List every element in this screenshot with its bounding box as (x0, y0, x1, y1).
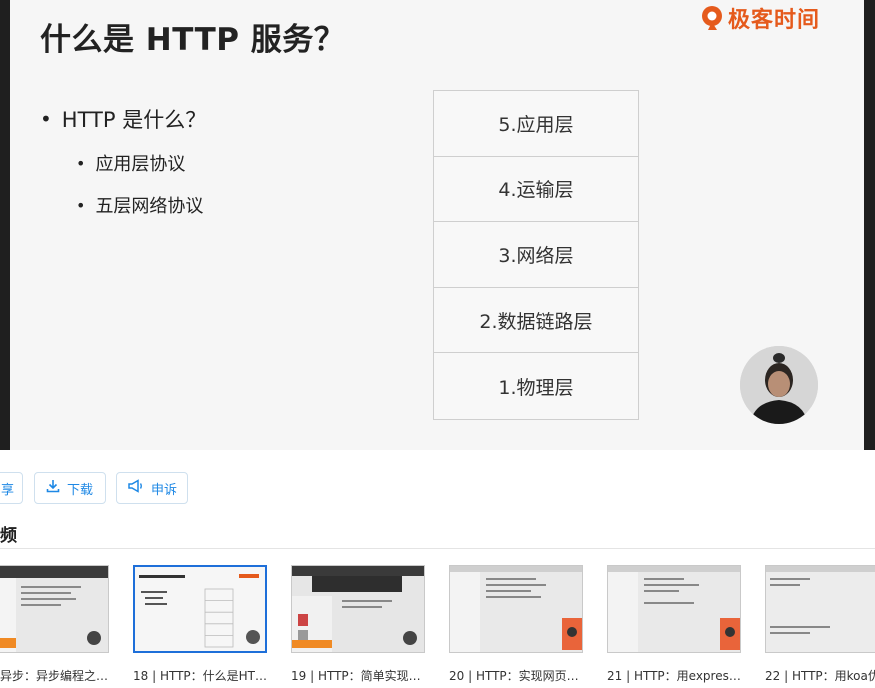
bullet-main-text: HTTP 是什么？ (61, 108, 207, 132)
presenter-avatar (740, 346, 818, 424)
divider (0, 548, 875, 549)
video-caption[interactable]: 20 | HTTP：实现网页… (449, 667, 583, 684)
bullet-sub: • 应用层协议 (76, 150, 206, 176)
layer-cell: 5.应用层 (434, 91, 638, 157)
bullet-sub-text: 五层网络协议 (95, 196, 204, 217)
bullet-main: • HTTP 是什么？ (40, 104, 206, 134)
video-thumbnail[interactable] (765, 565, 875, 653)
slide-title: 什么是 HTTP 服务？ (40, 22, 346, 58)
section-title-videos: 视频 (0, 521, 17, 546)
video-thumbnail[interactable] (449, 565, 583, 653)
video-thumbnail[interactable] (607, 565, 741, 653)
action-bar: 享 下载 申诉 (0, 472, 875, 504)
bullet-list: • HTTP 是什么？ • 应用层协议 • 五层网络协议 (40, 104, 206, 218)
video-course-page: 什么是 HTTP 服务？ 极客时间 • HTTP 是什么？ • 应用层协议 • … (0, 0, 875, 688)
brand-logo: 极客时间 (700, 2, 820, 34)
geektime-logo-icon (700, 5, 724, 31)
share-button[interactable]: 享 (0, 472, 23, 504)
logo-text: 极客时间 (727, 8, 820, 33)
video-caption[interactable]: 18 | HTTP：什么是HT… (133, 667, 267, 684)
layer-cell: 2.数据链路层 (434, 287, 638, 354)
video-caption[interactable]: 21 | HTTP：用expres… (607, 667, 741, 684)
video-caption[interactable]: 22 | HTTP：用koa优… (765, 667, 875, 684)
video-thumbnail-active[interactable] (133, 565, 267, 653)
complaint-button[interactable]: 申诉 (116, 472, 188, 504)
section-title-text: 视频 (0, 526, 17, 546)
download-icon (45, 478, 61, 498)
bullet-sub: • 五层网络协议 (76, 192, 206, 218)
download-button[interactable]: 下载 (34, 472, 106, 504)
megaphone-icon (127, 478, 145, 498)
network-layer-table: 5.应用层 4.运输层 3.网络层 2.数据链路层 1.物理层 (433, 90, 639, 420)
video-thumbnail[interactable] (291, 565, 425, 653)
layer-cell: 1.物理层 (434, 353, 638, 419)
video-caption[interactable]: 异步：异步编程之… (0, 667, 110, 684)
video-list: 异步：异步编程之… 18 | HTTP：什么是HT… 19 | HTTP：简单实… (0, 565, 875, 688)
layer-cell: 3.网络层 (434, 222, 638, 288)
layer-cell: 4.运输层 (434, 156, 638, 223)
video-thumbnail[interactable] (0, 565, 109, 653)
share-label: 享 (1, 482, 15, 498)
download-label: 下载 (67, 482, 94, 498)
bullet-sub-text: 应用层协议 (95, 154, 186, 175)
slide-frame: 什么是 HTTP 服务？ 极客时间 • HTTP 是什么？ • 应用层协议 • … (10, 0, 864, 450)
complaint-label: 申诉 (151, 482, 178, 498)
video-player[interactable]: 什么是 HTTP 服务？ 极客时间 • HTTP 是什么？ • 应用层协议 • … (0, 0, 875, 450)
video-caption[interactable]: 19 | HTTP：简单实现… (291, 667, 425, 684)
